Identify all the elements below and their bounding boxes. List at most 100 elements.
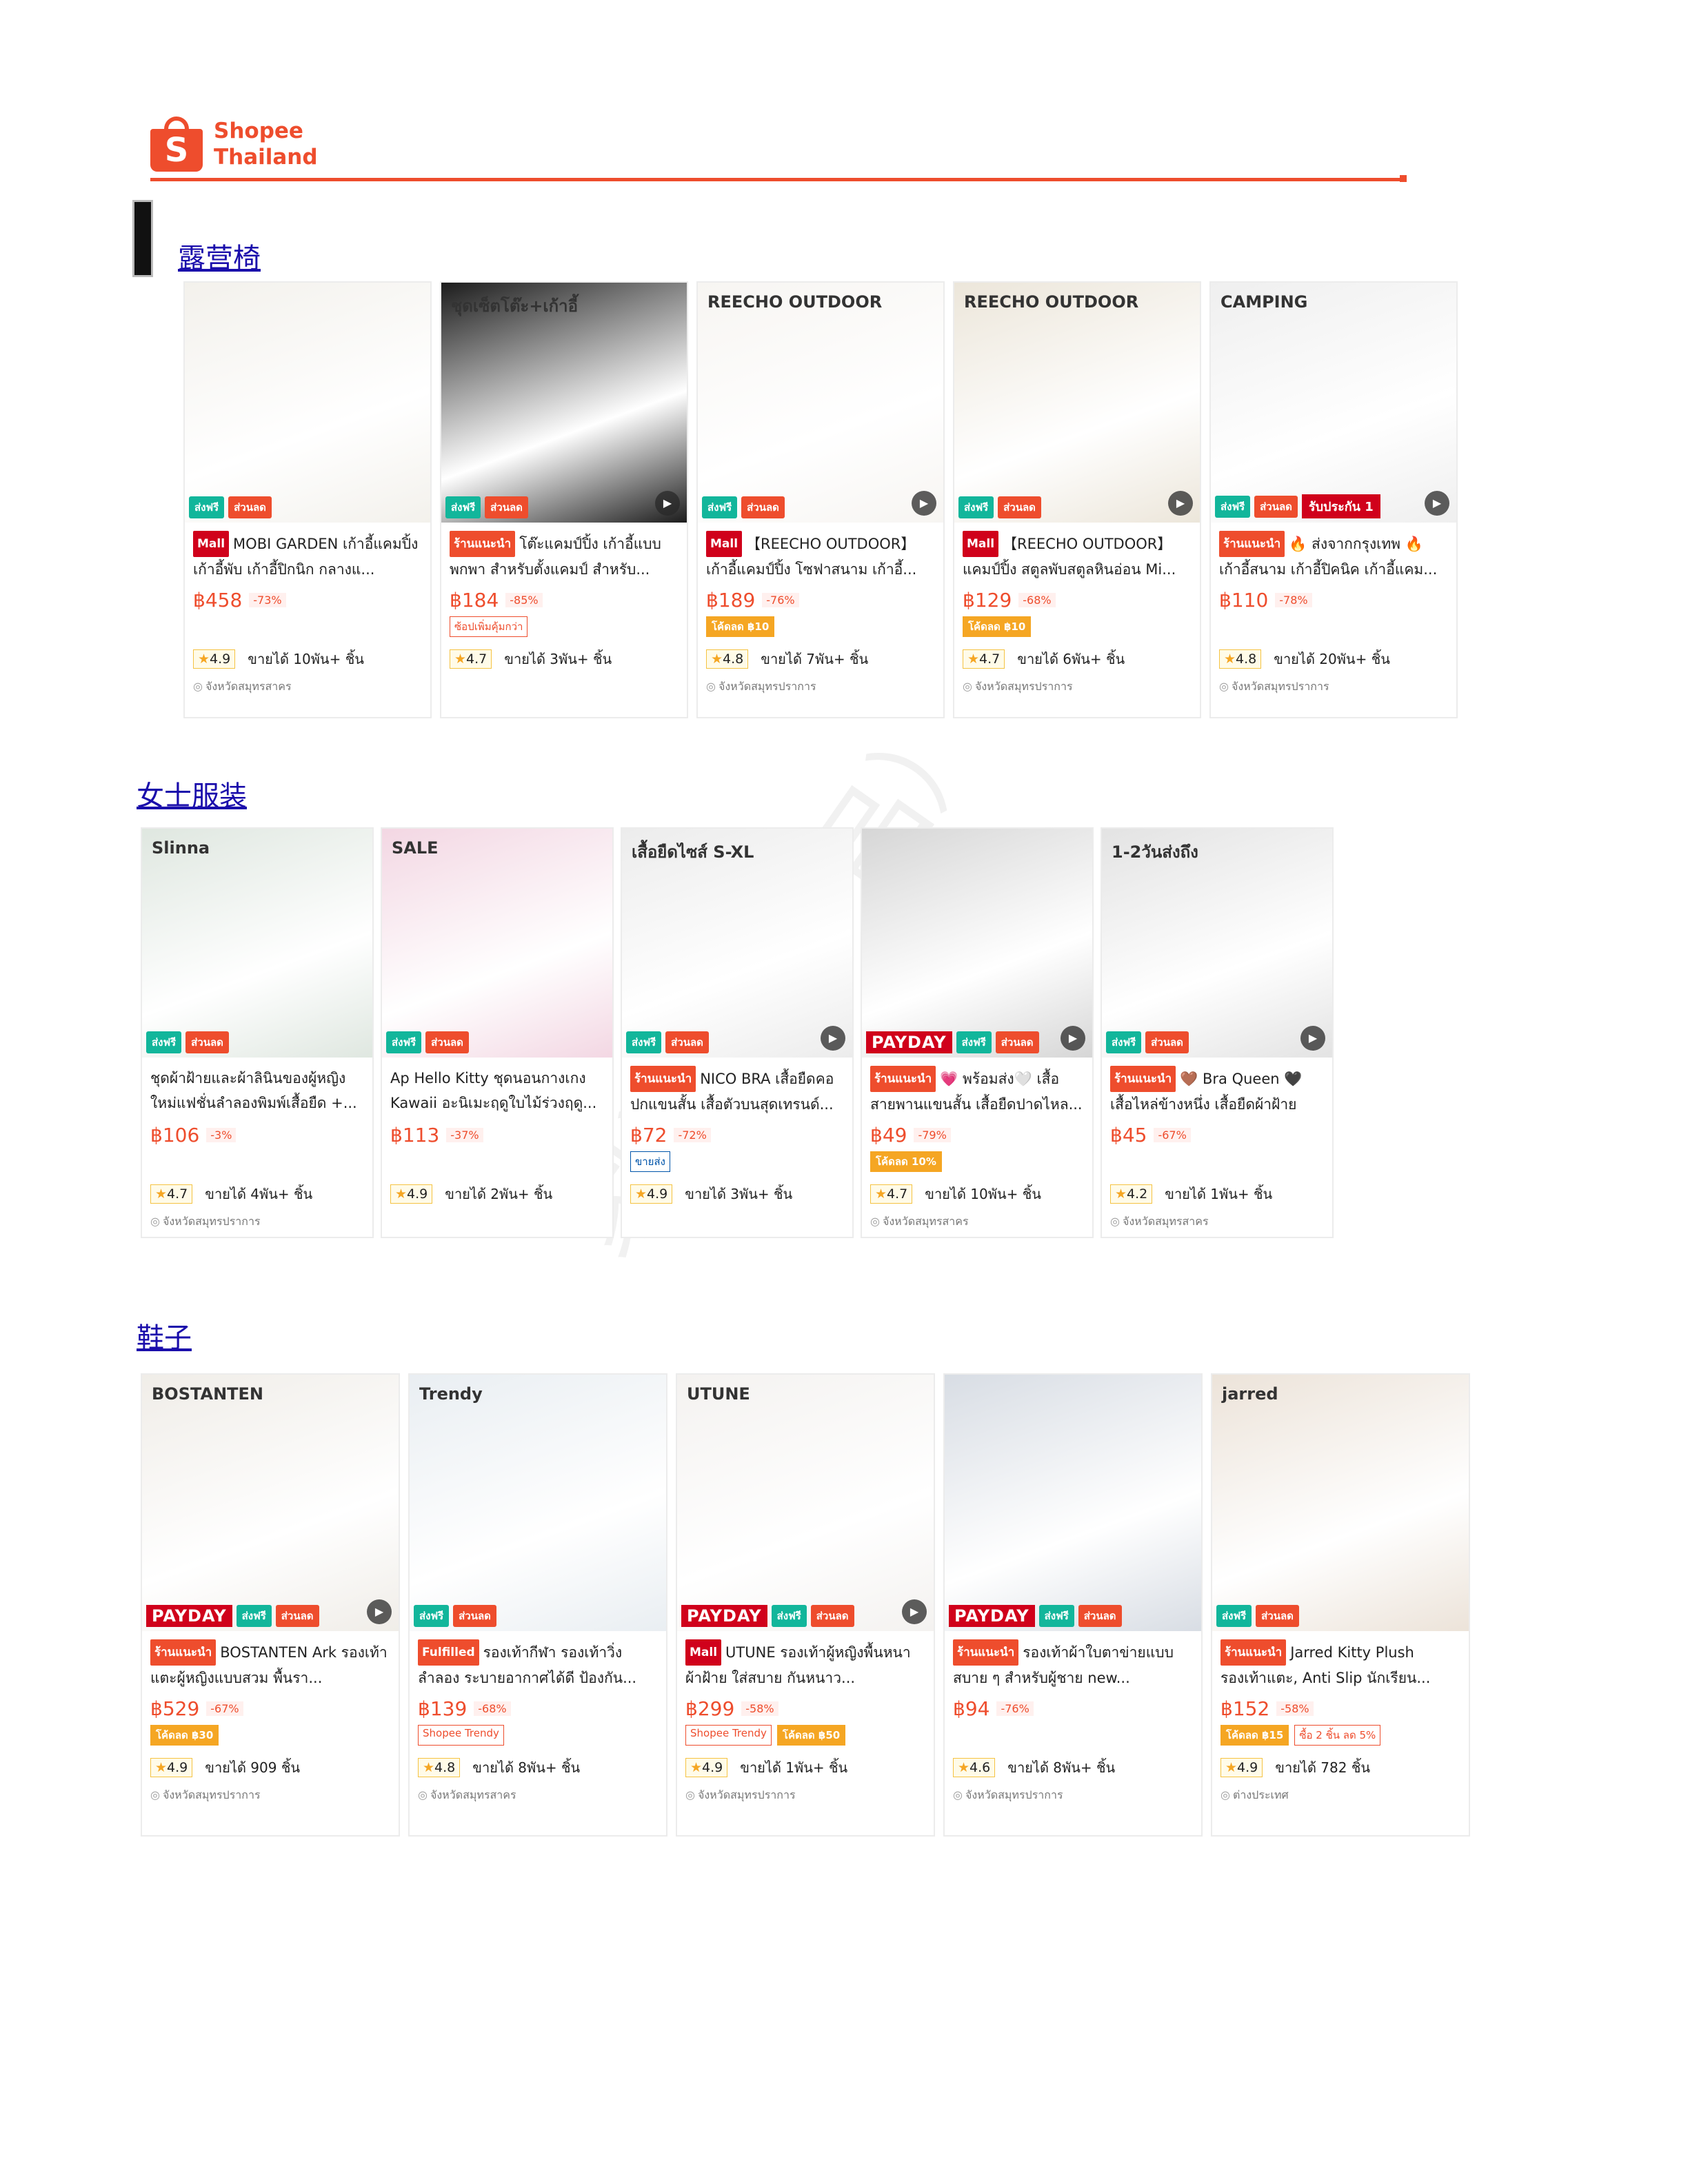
product-title[interactable]: Mall 【REECHO OUTDOOR】แคมป์ปิ้ง สตูลพับสตู… xyxy=(963,531,1192,580)
play-video-icon[interactable]: ▶ xyxy=(1061,1026,1085,1051)
product-image[interactable]: ส่งฟรี ส่วนลด xyxy=(185,283,430,523)
product-title[interactable]: ชุดผ้าฝ้ายและผ้าลินินของผู้หญิงใหม่แฟชั่… xyxy=(150,1066,364,1115)
product-info: ร้านแนะนำ 🤎 Bra Queen 🖤 เสื้อไหล่ข้างหนึ่… xyxy=(1102,1058,1332,1231)
product-image[interactable]: PAYDAY ส่งฟรี ส่วนลด xyxy=(945,1375,1201,1631)
shop-tag-badge: ร้านแนะนำ xyxy=(150,1639,217,1666)
rating-badge: ★4.9 xyxy=(685,1758,728,1777)
rating-badge: ★4.9 xyxy=(390,1184,433,1204)
location-pin-icon: ◎ xyxy=(963,680,972,693)
product-card[interactable]: REECHO OUTDOOR ส่งฟรี ส่วนลด ▶ Mall 【REECHO O… xyxy=(696,281,945,718)
product-image[interactable]: jarred ส่งฟรี ส่วนลด xyxy=(1212,1375,1469,1631)
play-video-icon[interactable]: ▶ xyxy=(912,491,936,516)
product-title[interactable]: Ap Hello Kitty ชุดนอนกางเกง Kawaii อะนิเ… xyxy=(390,1066,604,1115)
free-shipping-badge: ส่งฟรี xyxy=(771,1605,807,1627)
product-image[interactable]: PAYDAY ส่งฟรี ส่วนลด ▶ xyxy=(862,829,1092,1058)
rating-badge: ★4.6 xyxy=(953,1758,996,1777)
promo-chips xyxy=(1219,616,1448,637)
free-shipping-badge: ส่งฟรี xyxy=(1216,1605,1252,1627)
product-card[interactable]: ชุดเซ็ตโต๊ะ+เก้าอี้ ส่งฟรี ส่วนลด ▶ ร้านแนะน… xyxy=(440,281,688,718)
play-video-icon[interactable]: ▶ xyxy=(655,491,680,516)
discount-percent: -76% xyxy=(996,1701,1034,1716)
free-shipping-badge: ส่งฟรี xyxy=(956,1031,992,1053)
product-image[interactable]: UTUNE PAYDAY ส่งฟรี ส่วนลด ▶ xyxy=(677,1375,934,1631)
discount-percent: -58% xyxy=(741,1701,778,1716)
product-card[interactable]: jarred ส่งฟรี ส่วนลดร้านแนะนำ Jarred Kitty … xyxy=(1211,1373,1470,1837)
shop-tag-badge: ร้านแนะนำ xyxy=(1110,1066,1176,1092)
product-card[interactable]: เสื้อยืดไซส์ S-XL ส่งฟรี ส่วนลด ▶ ร้านแนะนำ N… xyxy=(621,827,854,1238)
rating-badge: ★4.9 xyxy=(193,649,236,669)
shopee-logo: S Shopee Thailand xyxy=(150,113,318,175)
product-price: ฿152 xyxy=(1220,1697,1270,1720)
header-divider-dot xyxy=(1400,175,1407,182)
product-title[interactable]: ร้านแนะนำ NICO BRA เสื้อยืดคอปกแขนสั้น เส… xyxy=(630,1066,844,1115)
rating-value: 4.2 xyxy=(1127,1186,1148,1202)
image-overlay-text: CAMPING xyxy=(1220,292,1308,312)
play-video-icon[interactable]: ▶ xyxy=(1425,491,1449,516)
discount-badge: ส่วนลด xyxy=(228,496,272,518)
rating-value: 4.9 xyxy=(702,1760,723,1775)
product-title[interactable]: Mall MOBI GARDEN เก้าอี้แคมปิ้ง เก้าอี้พั… xyxy=(193,531,422,580)
product-card[interactable]: UTUNE PAYDAY ส่งฟรี ส่วนลด ▶ Mall UTUNE รองเท้… xyxy=(676,1373,935,1837)
product-image[interactable]: BOSTANTEN PAYDAY ส่งฟรี ส่วนลด ▶ xyxy=(142,1375,399,1631)
play-video-icon[interactable]: ▶ xyxy=(821,1026,845,1051)
sold-count: ขายได้ 909 ชิ้น xyxy=(205,1759,301,1776)
rating-line: ★4.9 ขายได้ 10พัน+ ชิ้น xyxy=(193,648,422,670)
product-card[interactable]: Trendy ส่งฟรี ส่วนลด Fulfilled รองเท้ากีฬา ร… xyxy=(408,1373,667,1837)
product-card[interactable]: REECHO OUTDOOR ส่งฟรี ส่วนลด ▶ Mall 【REECHO O… xyxy=(953,281,1201,718)
play-video-icon[interactable]: ▶ xyxy=(1300,1026,1325,1051)
rating-value: 4.9 xyxy=(167,1760,188,1775)
product-title[interactable]: ร้านแนะนำ 🔥 ส่งจากกรุงเทพ 🔥 เก้าอี้สนาม เ… xyxy=(1219,531,1448,580)
product-image[interactable]: REECHO OUTDOOR ส่งฟรี ส่วนลด ▶ xyxy=(954,283,1200,523)
section-title-women-clothing[interactable]: 女士服装 xyxy=(137,774,247,813)
product-card[interactable]: BOSTANTEN PAYDAY ส่งฟรี ส่วนลด ▶ ร้านแนะนำ BOS… xyxy=(141,1373,400,1837)
rating-line: ★4.9 ขายได้ 909 ชิ้น xyxy=(150,1757,390,1779)
play-video-icon[interactable]: ▶ xyxy=(367,1599,392,1624)
product-image[interactable]: REECHO OUTDOOR ส่งฟรี ส่วนลด ▶ xyxy=(698,283,943,523)
location-text: จังหวัดสมุทรปราการ xyxy=(974,680,1073,693)
promo-chip: โค้ดลด ฿50 xyxy=(776,1725,846,1746)
product-title[interactable]: Fulfilled รองเท้ากีฬา รองเท้าวิ่ง ลำลอง ร… xyxy=(418,1639,658,1689)
star-icon: ★ xyxy=(635,1186,647,1202)
product-title[interactable]: ร้านแนะนำ โต๊ะแคมป์ปิ้ง เก้าอี้แบบพกพา สำ… xyxy=(450,531,679,580)
product-image[interactable]: ชุดเซ็ตโต๊ะ+เก้าอี้ ส่งฟรี ส่วนลด ▶ xyxy=(441,283,687,523)
discount-percent: -58% xyxy=(1276,1701,1314,1716)
product-image[interactable]: เสื้อยืดไซส์ S-XL ส่งฟรี ส่วนลด ▶ xyxy=(622,829,852,1058)
product-title[interactable]: Mall 【REECHO OUTDOOR】เก้าอี้แคมป์ปิ้ง โซฟ… xyxy=(706,531,935,580)
price-line: ฿45 -67% xyxy=(1110,1122,1324,1147)
product-card[interactable]: SALE ส่งฟรี ส่วนลด Ap Hello Kitty ชุดนอนกาง… xyxy=(381,827,614,1238)
image-overlay-text: Trendy xyxy=(419,1384,483,1404)
product-image[interactable]: Slinna ส่งฟรี ส่วนลด xyxy=(142,829,372,1058)
product-title[interactable]: ร้านแนะนำ BOSTANTEN Ark รองเท้าแตะผู้หญิง… xyxy=(150,1639,390,1689)
product-title[interactable]: ร้านแนะนำ 💗 พร้อมส่ง🤍 เสื้อสายพานแขนสั้น … xyxy=(870,1066,1084,1115)
location-pin-icon: ◎ xyxy=(870,1215,880,1228)
section-title-shoes[interactable]: 鞋子 xyxy=(137,1315,192,1355)
free-shipping-badge: ส่งฟรี xyxy=(1038,1605,1074,1627)
product-title[interactable]: Mall UTUNE รองเท้าผู้หญิงพื้นหนา ผ้าฝ้าย … xyxy=(685,1639,925,1689)
product-image[interactable]: Trendy ส่งฟรี ส่วนลด xyxy=(410,1375,666,1631)
product-image[interactable]: SALE ส่งฟรี ส่วนลด xyxy=(382,829,612,1058)
product-card[interactable]: PAYDAY ส่งฟรี ส่วนลดร้านแนะนำ รองเท้าผ้าใบต… xyxy=(943,1373,1203,1837)
product-title[interactable]: ร้านแนะนำ 🤎 Bra Queen 🖤 เสื้อไหล่ข้างหนึ่… xyxy=(1110,1066,1324,1115)
product-image[interactable]: CAMPING ส่งฟรี ส่วนลด รับประกัน 1 ▶ xyxy=(1211,283,1456,523)
rating-line: ★4.9 ขายได้ 2พัน+ ชิ้น xyxy=(390,1183,604,1205)
product-card[interactable]: ส่งฟรี ส่วนลด Mall MOBI GARDEN เก้าอี้แคมปิ… xyxy=(183,281,432,718)
product-card[interactable]: CAMPING ส่งฟรี ส่วนลด รับประกัน 1 ▶ ร้านแนะนำ… xyxy=(1209,281,1458,718)
product-image[interactable]: 1-2วันส่งถึง ส่งฟรี ส่วนลด ▶ xyxy=(1102,829,1332,1058)
star-icon: ★ xyxy=(423,1760,435,1775)
promo-badges: PAYDAY ส่งฟรี ส่วนลด xyxy=(681,1605,854,1627)
sold-count: ขายได้ 8พัน+ ชิ้น xyxy=(1007,1759,1116,1776)
product-title[interactable]: ร้านแนะนำ Jarred Kitty Plush รองเท้าแตะ, … xyxy=(1220,1639,1460,1689)
promo-chips xyxy=(193,616,422,637)
free-shipping-badge: ส่งฟรี xyxy=(1215,495,1251,518)
sold-count: ขายได้ 6พัน+ ชิ้น xyxy=(1017,651,1125,667)
product-title[interactable]: ร้านแนะนำ รองเท้าผ้าใบตาข่ายแบบสบาย ๆ สำห… xyxy=(953,1639,1193,1689)
product-price: ฿94 xyxy=(953,1697,990,1720)
play-video-icon[interactable]: ▶ xyxy=(902,1599,927,1624)
rating-value: 4.8 xyxy=(723,651,744,667)
product-card[interactable]: 1-2วันส่งถึง ส่งฟรี ส่วนลด ▶ ร้านแนะนำ 🤎 Bra … xyxy=(1101,827,1334,1238)
section-title-camping-chair[interactable]: 露营椅 xyxy=(178,236,261,276)
play-video-icon[interactable]: ▶ xyxy=(1168,491,1193,516)
shop-location: ◎ จังหวัดสมุทรปราการ xyxy=(953,1787,1193,1804)
product-card[interactable]: Slinna ส่งฟรี ส่วนลดชุดผ้าฝ้ายและผ้าลินินข… xyxy=(141,827,374,1238)
product-card[interactable]: PAYDAY ส่งฟรี ส่วนลด ▶ ร้านแนะนำ 💗 พร้อมส่ง🤍 … xyxy=(861,827,1094,1238)
